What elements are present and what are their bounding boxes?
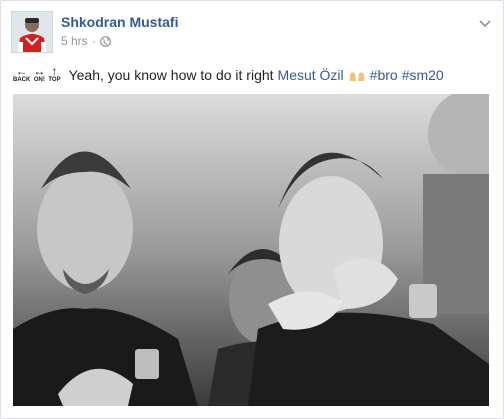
mention-link[interactable]: Mesut Özil [278,67,344,83]
post-text: ← BACK ↔ ON! ↑ TOP Yeah, you know how to… [13,65,444,84]
top-arrow-icon: ↑ TOP [48,64,61,83]
post-time[interactable]: 5 hrs [61,34,88,48]
back-arrow-icon: ← BACK [13,64,31,83]
post-meta: 5 hrs · [61,34,111,48]
hashtag-bro[interactable]: #bro [370,67,398,83]
on-label: ON! [33,77,45,83]
globe-icon[interactable] [99,35,111,47]
avatar[interactable] [11,11,53,53]
post-body: Yeah, you know how to do it right [68,66,274,83]
hashtag-sm20[interactable]: #sm20 [402,67,444,83]
post-photo[interactable] [13,94,489,406]
back-label: BACK [13,77,31,83]
on-arrow-icon: ↔ ON! [33,64,46,83]
chevron-down-icon[interactable] [479,15,491,28]
top-label: TOP [48,77,61,83]
author-name[interactable]: Shkodran Mustafi [61,14,178,30]
raised-hands-icon [348,69,366,81]
emoji-group: ← BACK ↔ ON! ↑ TOP [13,65,61,84]
post-card: Shkodran Mustafi 5 hrs · ← BACK ↔ ON! ↑ … [0,0,504,419]
meta-separator: · [91,34,96,48]
